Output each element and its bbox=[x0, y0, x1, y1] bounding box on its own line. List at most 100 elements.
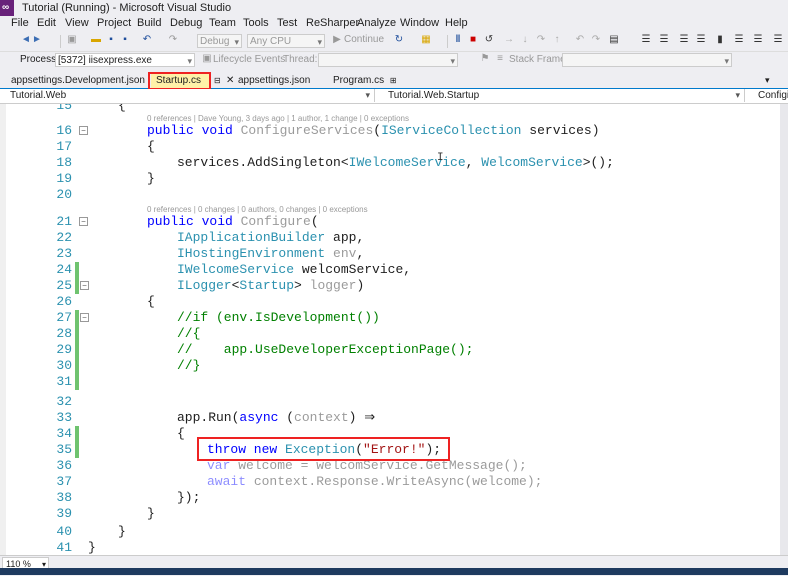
save-icon[interactable]: ▪ bbox=[105, 34, 117, 48]
code-line: 28 //{ bbox=[0, 326, 780, 342]
stop-icon[interactable]: ■ bbox=[468, 34, 478, 48]
redo-icon[interactable]: ↷ bbox=[166, 34, 180, 48]
bookmark-icon[interactable]: ▮ bbox=[715, 34, 725, 48]
browser-link-icon[interactable]: ▦ bbox=[420, 34, 432, 48]
chevron-down-icon: ▾ bbox=[317, 37, 322, 47]
line-number: 30 bbox=[56, 358, 72, 373]
new-project-icon[interactable]: ▣ bbox=[66, 34, 78, 48]
tab-program-cs[interactable]: Program.cs ⊞ bbox=[328, 73, 398, 88]
code-line: 29 // app.UseDeveloperExceptionPage(); bbox=[0, 342, 780, 358]
document-tab-strip: appsettings.Development.json Startup.cs … bbox=[0, 73, 788, 100]
line-number: 36 bbox=[56, 458, 72, 473]
config-dropdown[interactable]: Debug ▾ bbox=[197, 34, 242, 48]
prev-bookmark-icon[interactable]: ☰ bbox=[733, 34, 745, 48]
lifecycle-events-button[interactable]: Lifecycle Events bbox=[213, 54, 285, 65]
standard-toolbar: ◄ ► ▣ ▬ ▪ ▪ ↶ ↷ Debug ▾ Any CPU ▾ ▶ Contin… bbox=[0, 33, 788, 52]
show-next-statement-icon[interactable]: → bbox=[504, 34, 514, 48]
next-icon[interactable]: ↷ bbox=[591, 34, 601, 48]
menu-help[interactable]: Help bbox=[445, 17, 468, 29]
open-folder-icon[interactable]: ▬ bbox=[90, 34, 102, 48]
collapse-icon[interactable]: − bbox=[79, 217, 88, 226]
tab-overflow-chevron-down-icon[interactable]: ▾ bbox=[760, 73, 784, 88]
code-text: public void Configure( bbox=[147, 214, 319, 229]
pause-icon[interactable]: ‖ bbox=[453, 34, 463, 48]
restart-icon[interactable]: ↺ bbox=[484, 34, 494, 48]
step-into-icon[interactable]: ↓ bbox=[520, 34, 530, 48]
code-line: 21 − public void Configure( bbox=[0, 214, 780, 230]
menu-debug[interactable]: Debug bbox=[170, 17, 202, 29]
toolbar-separator bbox=[447, 35, 448, 48]
code-text: } bbox=[147, 171, 155, 186]
flag-threads-icon[interactable]: ⚑ bbox=[480, 53, 490, 67]
tab-appsettings-json[interactable]: appsettings.json bbox=[233, 73, 328, 88]
collapse-icon[interactable]: − bbox=[79, 126, 88, 135]
line-number: 20 bbox=[56, 187, 72, 202]
next-bookmark-icon[interactable]: ☰ bbox=[752, 34, 764, 48]
member-dropdown[interactable]: Configi bbox=[748, 89, 788, 102]
step-out-icon[interactable]: ↑ bbox=[552, 34, 562, 48]
window-title: Tutorial (Running) - Microsoft Visual St… bbox=[22, 2, 232, 14]
undo-icon[interactable]: ↶ bbox=[140, 34, 154, 48]
code-line: 36 var welcome = welcomService.GetMessag… bbox=[0, 458, 780, 474]
menu-window[interactable]: Window bbox=[400, 17, 439, 29]
menu-build[interactable]: Build bbox=[137, 17, 161, 29]
code-line: 31 bbox=[0, 374, 780, 390]
menu-analyze[interactable]: Analyze bbox=[357, 17, 396, 29]
uncomment-lines-icon[interactable]: ☰ bbox=[695, 34, 707, 48]
menu-view[interactable]: View bbox=[65, 17, 89, 29]
code-line: 30 //} bbox=[0, 358, 780, 374]
thread-dropdown[interactable]: ▾ bbox=[318, 53, 458, 67]
step-over-icon[interactable]: ↷ bbox=[536, 34, 546, 48]
code-text: }); bbox=[177, 490, 201, 505]
code-text: { bbox=[118, 104, 126, 113]
code-line: 26 { bbox=[0, 294, 780, 310]
menu-edit[interactable]: Edit bbox=[37, 17, 56, 29]
platform-dropdown[interactable]: Any CPU ▾ bbox=[247, 34, 325, 48]
tab-startup-cs[interactable]: Startup.cs ⊞ bbox=[151, 73, 211, 100]
comment-lines-icon[interactable]: ☰ bbox=[678, 34, 690, 48]
code-editor[interactable]: 0 references | Dave Young, 3 days ago | … bbox=[0, 104, 780, 555]
changed-line-marker bbox=[75, 358, 79, 374]
tab-appsettings-development[interactable]: appsettings.Development.json bbox=[6, 73, 146, 88]
code-text: IHostingEnvironment env, bbox=[177, 246, 365, 261]
vertical-scrollbar[interactable] bbox=[780, 104, 788, 555]
code-text: IApplicationBuilder app, bbox=[177, 230, 365, 245]
code-text: app.Run(async (context) ⇒ bbox=[177, 410, 376, 425]
changed-line-marker bbox=[75, 310, 79, 326]
line-number: 28 bbox=[56, 326, 72, 341]
thread-label: Thread: bbox=[283, 54, 318, 65]
collapse-icon[interactable]: − bbox=[80, 281, 89, 290]
menu-file[interactable]: File bbox=[11, 17, 29, 29]
debug-location-toolbar: Process: [5372] iisexpress.exe ▾ ▣ Lifecy… bbox=[0, 52, 788, 68]
save-all-icon[interactable]: ▪ bbox=[119, 34, 131, 48]
menu-tools[interactable]: Tools bbox=[243, 17, 269, 29]
process-dropdown[interactable]: [5372] iisexpress.exe ▾ bbox=[55, 53, 195, 67]
code-navigation-bar: Tutorial.Web ▾ Tutorial.Web.Startup ▾ Conf… bbox=[0, 89, 788, 104]
menu-project[interactable]: Project bbox=[97, 17, 131, 29]
code-line: 39 } bbox=[0, 506, 780, 522]
continue-play-icon[interactable]: ▶ bbox=[332, 34, 342, 48]
back-icon[interactable]: ◄ bbox=[20, 34, 32, 48]
menu-resharper[interactable]: ReSharper bbox=[306, 17, 359, 29]
previous-icon[interactable]: ↶ bbox=[575, 34, 585, 48]
forward-icon[interactable]: ► bbox=[32, 34, 42, 48]
collapse-icon[interactable]: − bbox=[80, 313, 89, 322]
class-dropdown[interactable]: Tutorial.Web.Startup ▾ bbox=[378, 89, 745, 102]
chevron-down-icon: ▾ bbox=[234, 37, 239, 47]
stack-frame-dropdown[interactable]: ▾ bbox=[562, 53, 732, 67]
line-number: 41 bbox=[56, 540, 72, 555]
menu-team[interactable]: Team bbox=[209, 17, 236, 29]
continue-button[interactable]: Continue bbox=[344, 34, 390, 48]
code-text: throw new Exception("Error!"); bbox=[207, 442, 442, 457]
pin-icon[interactable]: ⊞ bbox=[390, 76, 397, 85]
comment-icon[interactable]: ▤ bbox=[608, 34, 620, 48]
menu-test[interactable]: Test bbox=[277, 17, 297, 29]
outdent-icon[interactable]: ☰ bbox=[658, 34, 670, 48]
code-text: ILogger<Startup> logger) bbox=[177, 278, 365, 293]
refresh-icon[interactable]: ↻ bbox=[393, 34, 405, 48]
code-text: { bbox=[147, 139, 155, 154]
project-dropdown[interactable]: Tutorial.Web ▾ bbox=[0, 89, 375, 102]
clear-bookmarks-icon[interactable]: ☰ bbox=[772, 34, 784, 48]
chevron-down-icon: ▾ bbox=[735, 90, 740, 100]
indent-icon[interactable]: ☰ bbox=[640, 34, 652, 48]
